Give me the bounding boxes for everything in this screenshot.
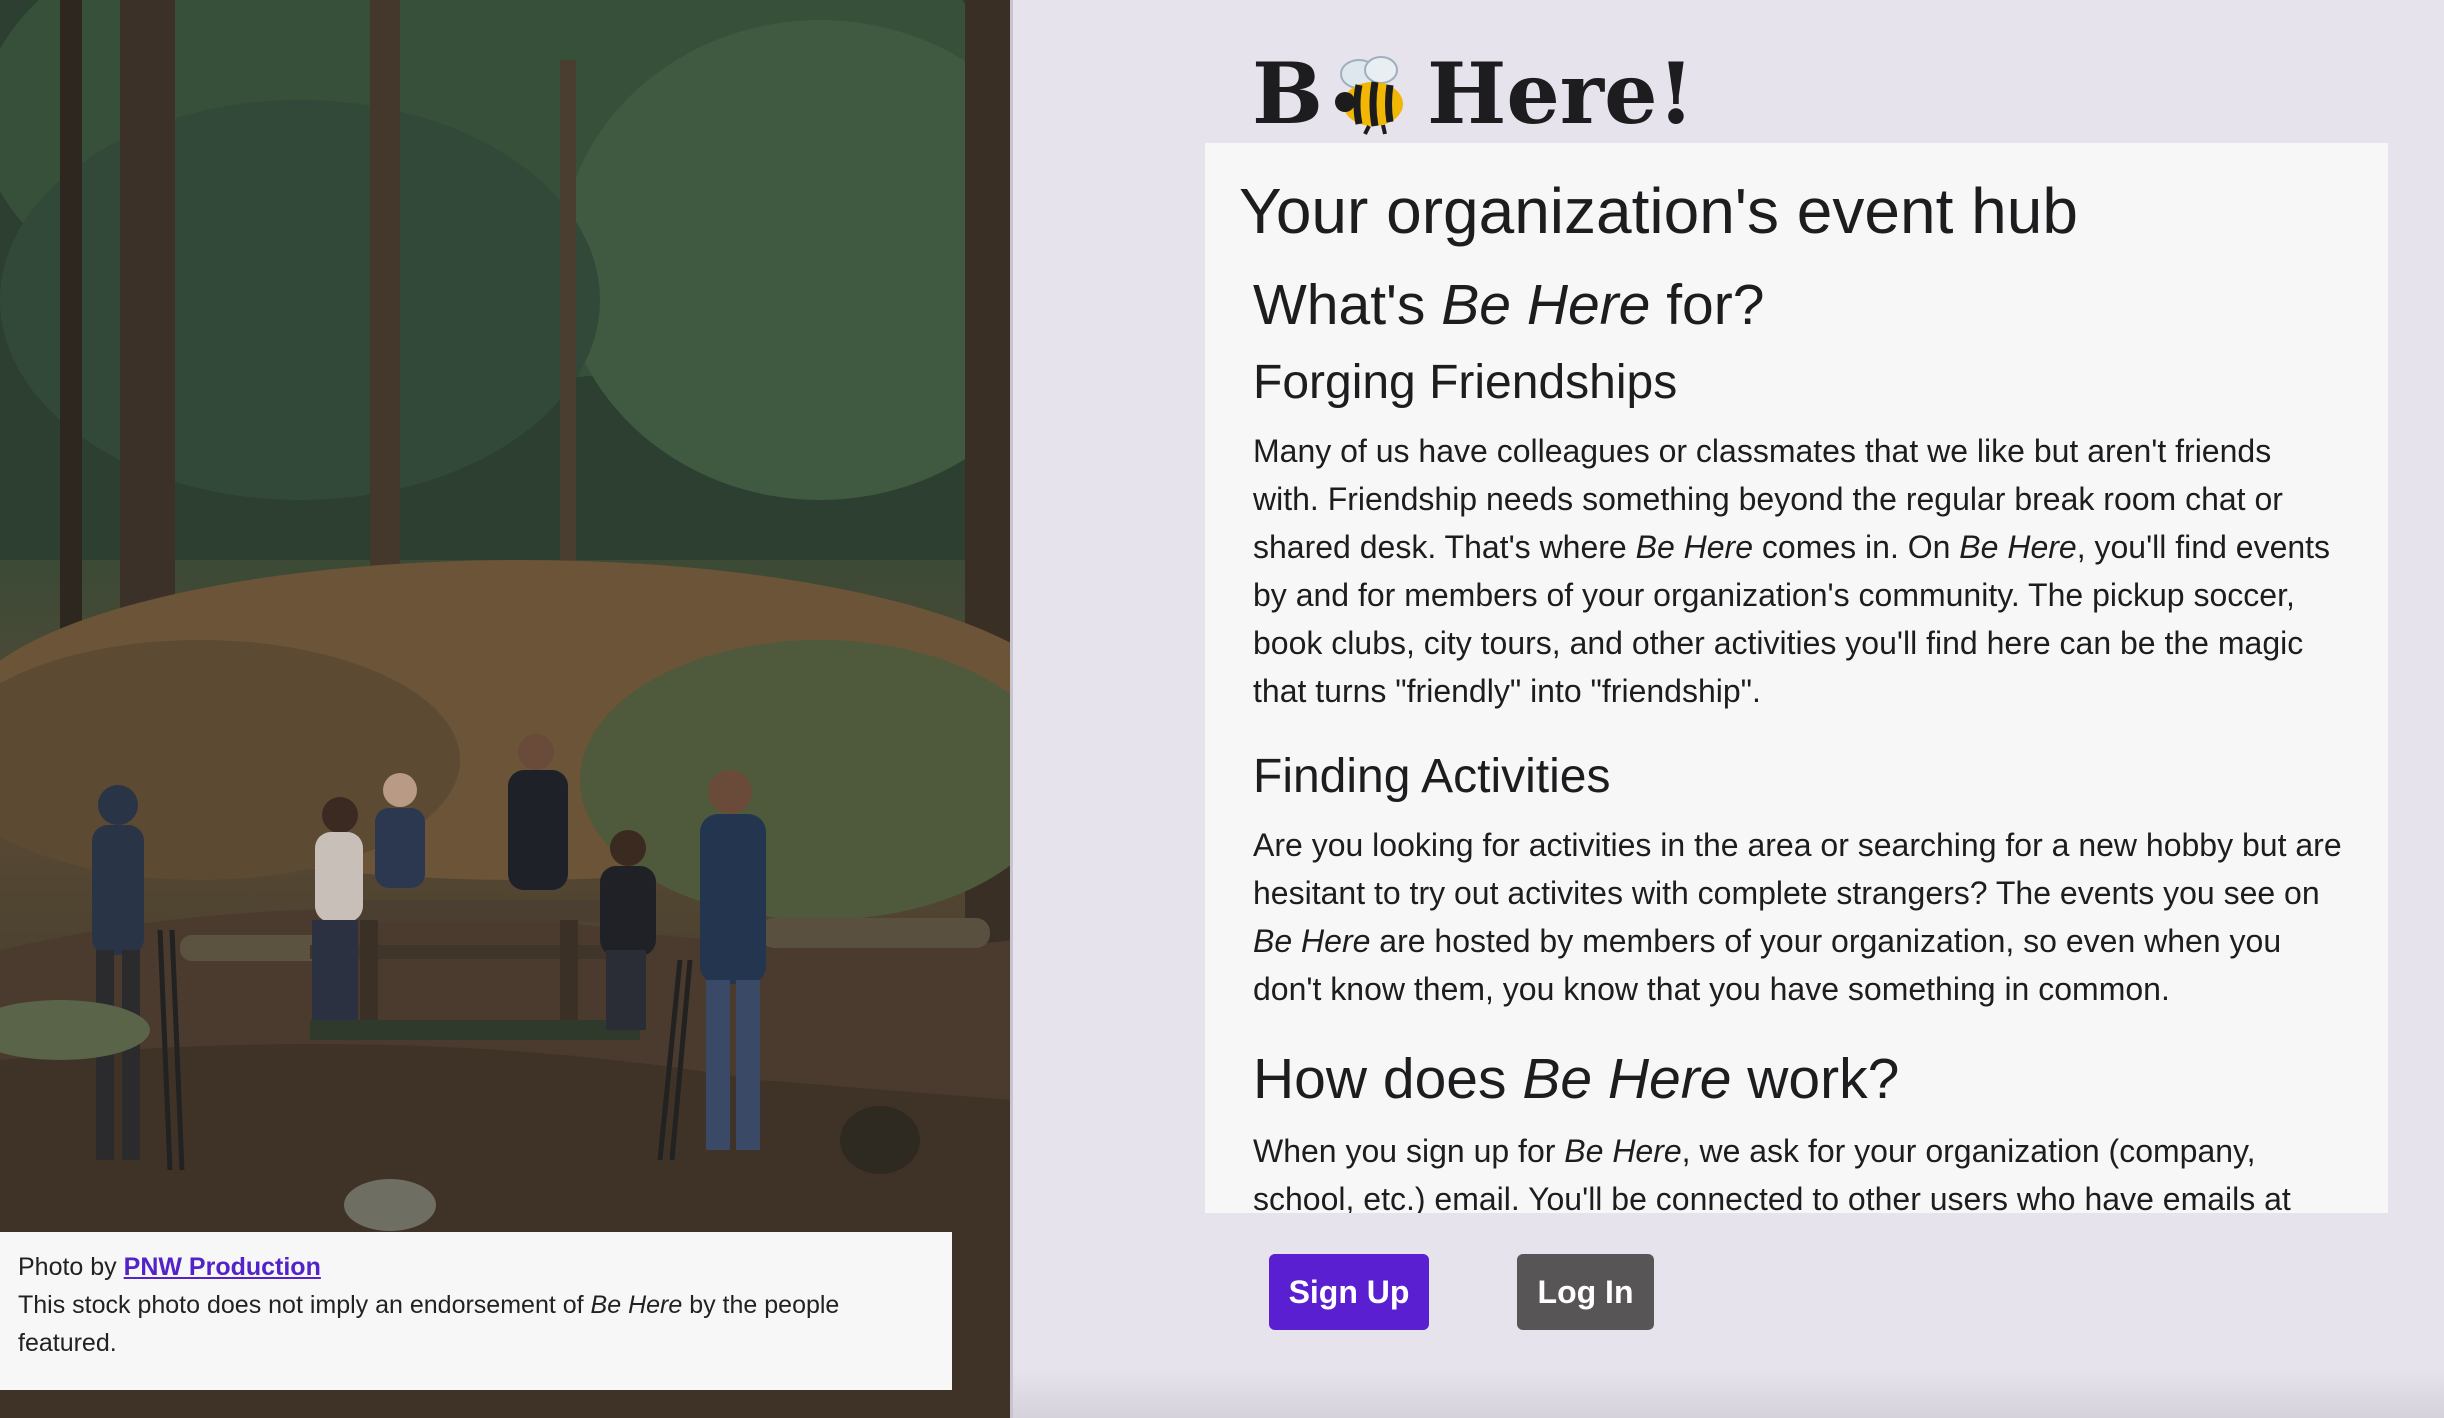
section-heading-how: How does Be Here work? <box>1253 1045 2343 1113</box>
text: When you sign up for <box>1253 1133 1565 1169</box>
heading-text: What's <box>1253 273 1442 337</box>
heading-text-end: work? <box>1731 1047 1900 1111</box>
content-card[interactable]: Your organization's event hub What's Be … <box>1205 143 2388 1213</box>
bottom-shadow <box>1013 1368 2444 1418</box>
heading-brand: Be Here <box>1441 273 1651 337</box>
disclaimer-text: This stock photo does not imply an endor… <box>18 1291 591 1319</box>
photo-credit-link[interactable]: PNW Production <box>124 1253 321 1281</box>
text: comes in. On <box>1753 529 1960 565</box>
photo-divider <box>1010 0 1013 1418</box>
photo-credit-prefix: Photo by <box>18 1253 124 1281</box>
logo-text-end: Here! <box>1427 44 1695 143</box>
photo-credit-line: Photo by PNW Production <box>18 1248 934 1286</box>
section-heading-whats-for: What's Be Here for? <box>1253 271 2343 339</box>
heading-text-end: for? <box>1650 273 1765 337</box>
content-body: What's Be Here for? Forging Friendships … <box>1253 271 2343 1213</box>
page-title: Your organization's event hub <box>1239 175 2078 247</box>
paragraph-activities: Are you looking for activities in the ar… <box>1253 821 2343 1013</box>
hero-photo: Photo by PNW Production This stock photo… <box>0 0 1013 1418</box>
heading-text: How does <box>1253 1047 1523 1111</box>
subheading-friendships: Forging Friendships <box>1253 356 1678 409</box>
brand-em: Be Here <box>1564 1133 1682 1169</box>
text: are hosted by members of your organizati… <box>1253 923 2282 1007</box>
heading-brand: Be Here <box>1522 1047 1732 1111</box>
brand-em: Be Here <box>1959 529 2077 565</box>
bee-icon <box>1335 56 1403 135</box>
forest-photo-illustration <box>0 0 1013 1418</box>
paragraph-how: When you sign up for Be Here, we ask for… <box>1253 1127 2343 1213</box>
brand-em: Be Here <box>1253 923 1371 959</box>
paragraph-friendships: Many of us have colleagues or classmates… <box>1253 427 2343 715</box>
disclaimer-brand: Be Here <box>590 1291 683 1319</box>
app-logo: B Here! <box>1252 44 1694 144</box>
sign-up-button[interactable]: Sign Up <box>1269 1254 1429 1330</box>
logo-text-start: B <box>1252 44 1323 143</box>
photo-caption: Photo by PNW Production This stock photo… <box>0 1232 952 1390</box>
subheading-activities: Finding Activities <box>1253 750 1611 803</box>
log-in-button[interactable]: Log In <box>1517 1254 1654 1330</box>
brand-em: Be Here <box>1635 529 1753 565</box>
photo-disclaimer: This stock photo does not imply an endor… <box>18 1286 934 1362</box>
text: Are you looking for activities in the ar… <box>1253 827 2342 911</box>
